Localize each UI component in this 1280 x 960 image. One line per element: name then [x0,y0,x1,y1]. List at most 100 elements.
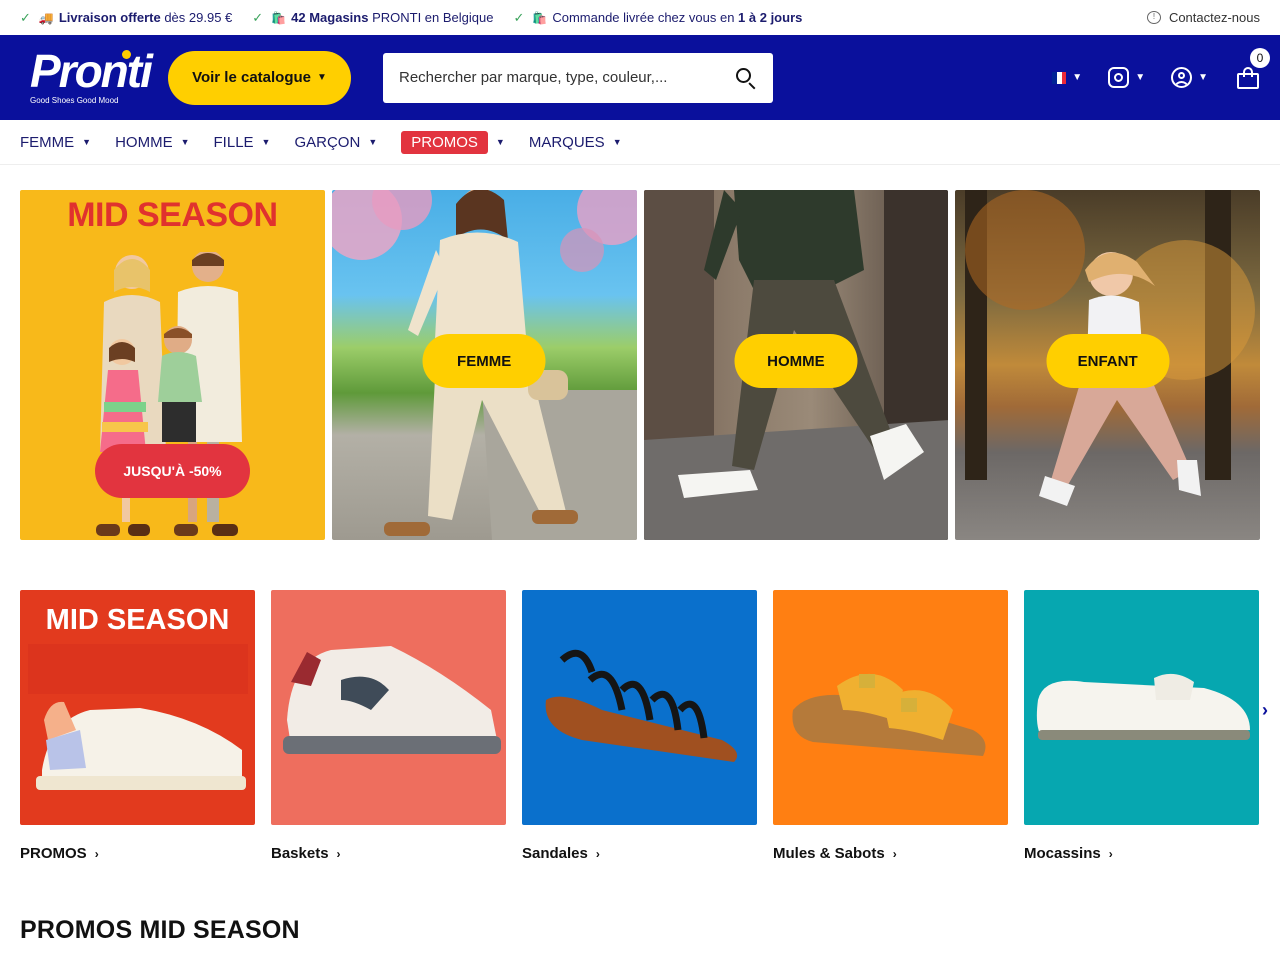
usp-delivery-time-text: Commande livrée chez vous en [552,10,739,25]
chevron-down-icon: ▼ [368,137,378,147]
category-image [773,590,1008,825]
chevron-down-icon: ▼ [261,137,271,147]
catalog-button[interactable]: Voir le catalogue ▼ [168,50,351,105]
main-navigation: FEMME ▼ HOMME ▼ FILLE ▼ GARÇON ▼ PROMOS … [0,120,1280,165]
truck-icon: 🚚 [38,10,54,25]
site-header: Pronti Good Shoes Good Mood Voir le cata… [0,35,1280,120]
chevron-down-icon: ▼ [1072,72,1083,83]
category-label-text: PROMOS [20,845,87,862]
check-icon: ✓ [513,9,525,25]
category-card-mocassins[interactable]: Mocassins › [1024,590,1259,862]
category-card-sandales[interactable]: Sandales › [522,590,757,862]
chevron-right-icon: › [94,846,99,861]
cart-button[interactable]: 0 [1236,47,1270,90]
category-image [1024,590,1259,825]
chevron-down-icon: ▼ [82,137,92,147]
logo-dot [122,49,131,59]
instagram-menu[interactable]: ▼ [1108,67,1145,88]
french-flag-icon [1052,71,1067,84]
category-label: Mules & Sabots › [773,845,1008,862]
enfant-button[interactable]: ENFANT [1046,334,1170,388]
usp-free-delivery-text: dès 29.95 € [160,10,233,25]
nav-item-fille[interactable]: FILLE ▼ [214,134,271,151]
chevron-down-icon: ▼ [317,72,327,83]
header-actions: ▼ ▼ ▼ 0 [1026,47,1270,90]
chevron-down-icon: ▼ [180,137,190,147]
cart-count-badge: 0 [1250,47,1270,68]
mule-image [792,673,986,756]
usp-delivery-time: ✓ 🛍️ Commande livrée chez vous en 1 à 2 … [513,10,802,26]
category-card-mules-sabots[interactable]: Mules & Sabots › [773,590,1008,862]
sneaker-image [283,646,501,754]
search-bar [383,52,773,103]
usp-delivery-time-bold: 1 à 2 jours [738,10,803,25]
instagram-icon [1108,67,1130,88]
loafer-image [1036,673,1250,740]
chat-bubble-icon: ! [1146,11,1161,24]
language-selector[interactable]: ▼ [1052,71,1083,84]
section-title: PROMOS MID SEASON [20,916,300,944]
check-icon: ✓ [20,9,31,25]
nav-item-marques[interactable]: MARQUES ▼ [529,134,622,151]
carousel-next-arrow-icon[interactable]: › [1262,700,1268,721]
contact-label: Contactez-nous [1168,10,1260,25]
category-label: Baskets › [271,845,506,862]
pronti-logo[interactable]: Pronti Good Shoes Good Mood [28,48,153,108]
chevron-right-icon: › [1108,846,1113,861]
search-input[interactable] [399,69,735,86]
chevron-right-icon: › [892,846,897,861]
usp-stores-text: PRONTI en Belgique [368,10,494,25]
category-label: Mocassins › [1024,845,1259,862]
usp-stores-bold: 42 Magasins [291,10,369,25]
hero-tile-homme[interactable]: HOMME [643,190,949,540]
nav-label: PROMOS [401,130,488,154]
usp-free-delivery: ✓ 🚚 Livraison offerte dès 29.95 € [20,10,232,26]
catalog-button-label: Voir le catalogue [192,69,312,86]
nav-item-promos[interactable]: PROMOS ▼ [401,130,505,154]
chevron-down-icon: ▼ [612,137,622,147]
chevron-right-icon: › [336,846,341,861]
shopping-bags-icon: 🛍️ [532,10,548,25]
mid-season-heading: MID SEASON [67,196,278,234]
homme-button[interactable]: HOMME [734,334,858,388]
user-icon [1171,67,1193,88]
hero-tile-femme[interactable]: FEMME [331,190,637,540]
logo-wordmark: Pronti [30,44,153,97]
category-card-promos[interactable]: MID SEASON PROMOS › [20,590,255,862]
chevron-down-icon: ▼ [1198,72,1208,83]
femme-button[interactable]: FEMME [422,334,546,388]
hero-tile-mid-season[interactable]: MID SEASON JUSQU'À -50% [20,190,325,540]
hero-banners: MID SEASON JUSQU'À -50% FEMME HOMME ENFA… [20,190,1260,540]
nav-label: GARÇON [294,133,361,151]
check-icon: ✓ [252,9,264,25]
nav-label: FILLE [213,133,254,151]
category-image [522,590,757,825]
account-menu[interactable]: ▼ [1171,67,1208,88]
contact-link[interactable]: ! Contactez-nous [1146,10,1260,25]
top-usp-bar: ✓ 🚚 Livraison offerte dès 29.95 € ✓ 🛍️ 4… [0,0,1280,35]
category-card-baskets[interactable]: Baskets › [271,590,506,862]
category-label-text: Sandales [522,845,588,862]
category-image [271,590,506,825]
category-label-text: Mocassins [1024,845,1101,862]
nav-item-femme[interactable]: FEMME ▼ [20,134,91,151]
category-carousel: MID SEASON PROMOS › Baskets › Sandales ›… [20,590,1260,862]
search-icon[interactable] [735,67,757,90]
chevron-right-icon: › [595,846,600,861]
chevron-down-icon: ▼ [1135,72,1146,83]
nav-label: FEMME [20,133,75,151]
usp-stores: ✓ 🛍️ 42 Magasins PRONTI en Belgique [252,10,493,26]
hero-tile-enfant[interactable]: ENFANT [955,190,1260,540]
category-label: Sandales › [522,845,757,862]
category-label-text: Mules & Sabots [773,845,885,862]
shopping-bags-icon: 🛍️ [271,10,287,25]
nav-item-garcon[interactable]: GARÇON ▼ [294,134,377,151]
category-label-text: Baskets [271,845,329,862]
usp-free-delivery-bold: Livraison offerte [58,10,161,25]
nav-label: HOMME [115,133,173,151]
nav-label: MARQUES [528,133,605,151]
nav-item-homme[interactable]: HOMME ▼ [115,134,189,151]
discount-button[interactable]: JUSQU'À -50% [95,444,250,498]
chevron-down-icon: ▼ [495,137,505,147]
logo-tagline: Good Shoes Good Mood [30,95,119,105]
